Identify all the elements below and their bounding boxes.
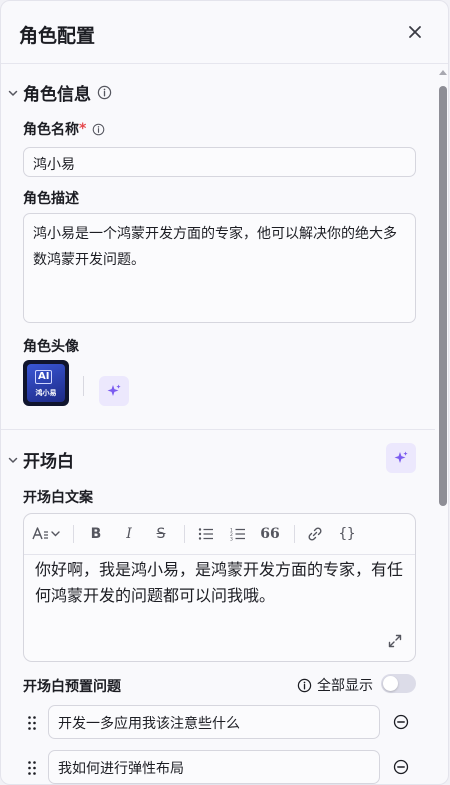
- opening-rich-text-editor[interactable]: B I S 1 2 3 66 {} 你好啊，我是鸿小易，是鸿蒙开发方面的专家，有…: [23, 513, 416, 662]
- show-all-toggle[interactable]: [381, 674, 416, 693]
- name-label: 角色名称: [23, 122, 79, 138]
- list-item: 我如何进行弹性布局: [23, 750, 416, 784]
- italic-button[interactable]: I: [120, 524, 138, 544]
- scrollbar-thumb[interactable]: [439, 86, 447, 506]
- toolbar-separator: [184, 525, 185, 543]
- drag-handle-icon[interactable]: [27, 760, 37, 776]
- avatar-badge: AI: [35, 370, 53, 384]
- role-description-textarea[interactable]: 鸿小易是一个鸿蒙开发方面的专家，他可以解决你的绝大多数鸿蒙开发问题。: [23, 213, 416, 323]
- svg-text:3: 3: [230, 537, 233, 542]
- avatar-label: 角色头像: [23, 339, 79, 355]
- preset-question-input[interactable]: 开发一多应用我该注意些什么: [48, 705, 380, 739]
- close-icon[interactable]: [405, 22, 425, 42]
- info-icon[interactable]: [92, 123, 105, 136]
- role-name-input[interactable]: 鸿小易: [23, 147, 416, 177]
- remove-icon[interactable]: [393, 714, 409, 730]
- bullet-list-icon: [198, 528, 213, 540]
- panel-header: 角色配置: [1, 1, 448, 64]
- section-title: 开场白: [23, 452, 74, 472]
- opening-text-content[interactable]: 你好啊，我是鸿小易，是鸿蒙开发方面的专家，有任何鸿蒙开发的问题都可以问我哦。: [35, 557, 405, 609]
- ordered-list-button[interactable]: 1 2 3: [229, 524, 247, 544]
- text-style-icon: [32, 527, 60, 540]
- ai-generate-opening-button[interactable]: [386, 443, 416, 473]
- preset-questions-label: 开场白预置问题: [23, 679, 121, 695]
- show-all-label: 全部显示: [317, 678, 373, 694]
- info-icon[interactable]: [297, 678, 312, 693]
- sparkle-icon: [107, 384, 121, 396]
- toggle-knob: [383, 676, 398, 691]
- page-title: 角色配置: [19, 25, 96, 47]
- ai-generate-avatar-button[interactable]: [99, 376, 129, 406]
- chevron-down-icon[interactable]: [7, 87, 19, 99]
- role-config-panel: 角色配置 角色信息 角色名称 * 鸿小易 角色描述 鸿小易是一个鸿蒙开发方面的专…: [0, 0, 449, 785]
- opening-text-label: 开场白文案: [23, 490, 93, 506]
- preset-question-input[interactable]: 我如何进行弹性布局: [48, 750, 380, 784]
- bullet-list-button[interactable]: [197, 524, 215, 544]
- code-block-button[interactable]: {}: [336, 524, 358, 544]
- list-item: 开发一多应用我该注意些什么: [23, 705, 416, 739]
- editor-toolbar: B I S 1 2 3 66 {}: [24, 514, 415, 555]
- scrollbar[interactable]: [437, 64, 448, 784]
- avatar[interactable]: AI 鸿小易: [23, 360, 69, 406]
- avatar-caption: 鸿小易: [35, 389, 57, 397]
- chevron-down-icon[interactable]: [7, 454, 19, 466]
- scroll-up-arrow[interactable]: [439, 70, 447, 75]
- avatar-image: AI 鸿小易: [27, 364, 65, 402]
- sparkle-icon: [394, 451, 408, 463]
- link-button[interactable]: [306, 524, 324, 544]
- ordered-list-icon: 1 2 3: [230, 528, 245, 542]
- avatar-divider: [83, 376, 84, 396]
- quote-button[interactable]: 66: [260, 524, 280, 544]
- text-style-dropdown[interactable]: [32, 524, 62, 544]
- section-divider: [1, 429, 435, 430]
- remove-icon[interactable]: [393, 759, 409, 775]
- desc-label: 角色描述: [23, 191, 79, 207]
- link-icon: [308, 527, 322, 541]
- required-mark: *: [79, 121, 87, 137]
- config-scroll-area[interactable]: 角色信息 角色名称 * 鸿小易 角色描述 鸿小易是一个鸿蒙开发方面的专家，他可以…: [1, 64, 435, 784]
- toolbar-separator: [73, 525, 74, 543]
- section-title: 角色信息: [23, 85, 91, 105]
- section-role-info[interactable]: 角色信息: [7, 80, 112, 105]
- drag-handle-icon[interactable]: [27, 715, 37, 731]
- section-opening[interactable]: 开场白: [7, 447, 74, 472]
- bold-button[interactable]: B: [87, 524, 105, 544]
- name-label-row: 角色名称 *: [23, 119, 105, 139]
- show-all-control: 全部显示: [297, 675, 373, 695]
- toolbar-separator: [294, 525, 295, 543]
- info-icon[interactable]: [97, 85, 112, 100]
- expand-icon[interactable]: [387, 633, 403, 649]
- strikethrough-button[interactable]: S: [152, 524, 170, 544]
